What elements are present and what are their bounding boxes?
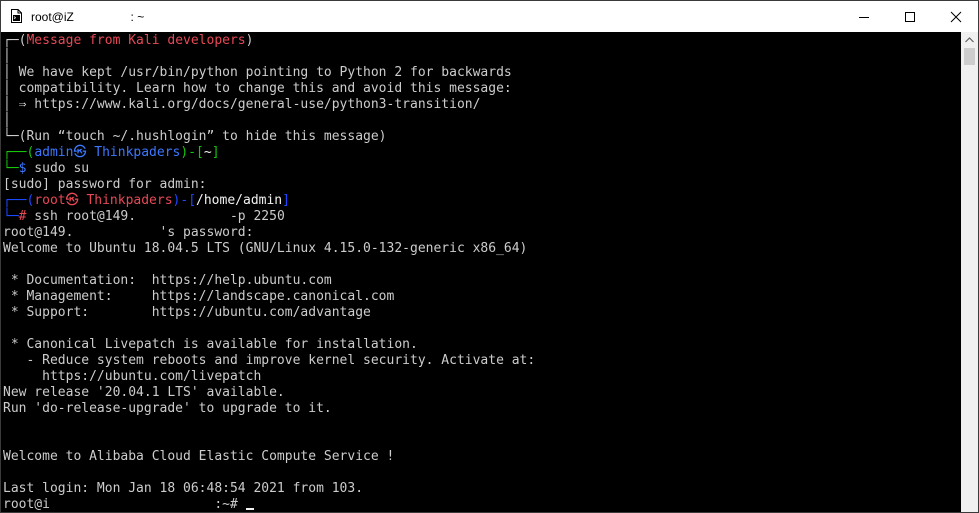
terminal-line: https://ubuntu.com/livepatch bbox=[3, 369, 262, 384]
text-cursor bbox=[245, 508, 254, 510]
prompt-corner: ┌──( bbox=[3, 145, 35, 160]
close-icon bbox=[950, 11, 962, 22]
admin-prompt-command: └─$ sudo su bbox=[3, 161, 89, 177]
prompt-user-host: root㉿ Thinkpaders bbox=[34, 193, 173, 208]
prompt-directory: /home/admin bbox=[196, 193, 283, 208]
terminal-line: Last login: Mon Jan 18 06:48:54 2021 fro… bbox=[3, 481, 364, 496]
root-prompt-command: └─# ssh root@149. -p 2250 bbox=[3, 209, 285, 225]
terminal-line: Run 'do-release-upgrade' to upgrade to i… bbox=[3, 401, 332, 416]
box-corner: ┌─( bbox=[3, 33, 27, 48]
prompt-bracket: ] bbox=[282, 193, 290, 208]
terminal-line: │ ⇒ https://www.kali.org/docs/general-us… bbox=[3, 97, 481, 112]
terminal-document-icon[interactable] bbox=[11, 9, 22, 23]
minimize-button[interactable] bbox=[841, 1, 887, 32]
terminal-line: Welcome to Ubuntu 18.04.5 LTS (GNU/Linux… bbox=[3, 241, 528, 256]
terminal-line: * Documentation: https://help.ubuntu.com bbox=[3, 273, 332, 288]
terminal-output[interactable]: ┌─(Message from Kali developers) │ │ We … bbox=[1, 32, 961, 512]
box-paren: ) bbox=[245, 33, 254, 48]
terminal-line: │ bbox=[3, 113, 11, 128]
window-title: root@iZ : ~ bbox=[31, 10, 145, 24]
scroll-up-arrow-icon bbox=[965, 36, 974, 42]
prompt-separator: )-[ bbox=[180, 145, 204, 160]
maximize-icon bbox=[905, 11, 915, 22]
vertical-scrollbar[interactable] bbox=[961, 32, 978, 512]
terminal-line: New release '20.04.1 LTS' available. bbox=[3, 385, 285, 400]
prompt-command: sudo su bbox=[26, 161, 90, 176]
terminal-line: Welcome to Alibaba Cloud Elastic Compute… bbox=[3, 449, 395, 464]
maximize-button[interactable] bbox=[887, 1, 933, 32]
scroll-up-button[interactable] bbox=[961, 32, 978, 47]
terminal-line: - Reduce system reboots and improve kern… bbox=[3, 353, 536, 368]
prompt-command: ssh root@149. -p 2250 bbox=[26, 209, 285, 224]
shell-prompt-line[interactable]: root@i :~# bbox=[3, 497, 254, 512]
root-prompt-header: ┌──(root㉿ Thinkpaders)-[/home/admin] bbox=[3, 193, 290, 209]
terminal-line: └─(Run “touch ~/.hushlogin” to hide this… bbox=[3, 129, 387, 144]
prompt-corner: └─ bbox=[3, 161, 19, 176]
shell-prompt: root@i :~# bbox=[3, 497, 246, 512]
prompt-corner: └─ bbox=[3, 209, 19, 224]
terminal-line: │ bbox=[3, 49, 11, 64]
close-button[interactable] bbox=[933, 1, 978, 32]
terminal-line: * Canonical Livepatch is available for i… bbox=[3, 337, 418, 352]
kali-message-header: ┌─(Message from Kali developers) bbox=[3, 33, 253, 49]
terminal-window: root@iZ : ~ ┌─(Message from Kali develop… bbox=[0, 0, 979, 513]
admin-prompt-header: ┌──(admin㉿ Thinkpaders)-[~] bbox=[3, 145, 220, 161]
prompt-separator: )-[ bbox=[172, 193, 197, 208]
prompt-user-host: admin㉿ Thinkpaders bbox=[34, 145, 181, 160]
prompt-bracket: ] bbox=[211, 145, 220, 160]
minimize-icon bbox=[859, 16, 869, 18]
kali-message-title: Message from Kali developers bbox=[26, 33, 246, 48]
scrollbar-thumb[interactable] bbox=[964, 48, 975, 65]
terminal-line: root@149. 's password: bbox=[3, 225, 254, 240]
title-bar[interactable]: root@iZ : ~ bbox=[1, 1, 978, 32]
terminal-line: │ We have kept /usr/bin/python pointing … bbox=[3, 65, 512, 80]
terminal-line: * Management: https://landscape.canonica… bbox=[3, 289, 395, 304]
terminal-line: │ compatibility. Learn how to change thi… bbox=[3, 81, 512, 96]
prompt-directory: ~ bbox=[203, 145, 212, 160]
terminal-line: * Support: https://ubuntu.com/advantage bbox=[3, 305, 371, 320]
terminal-line: [sudo] password for admin: bbox=[3, 177, 207, 192]
prompt-corner: ┌──( bbox=[3, 193, 35, 208]
